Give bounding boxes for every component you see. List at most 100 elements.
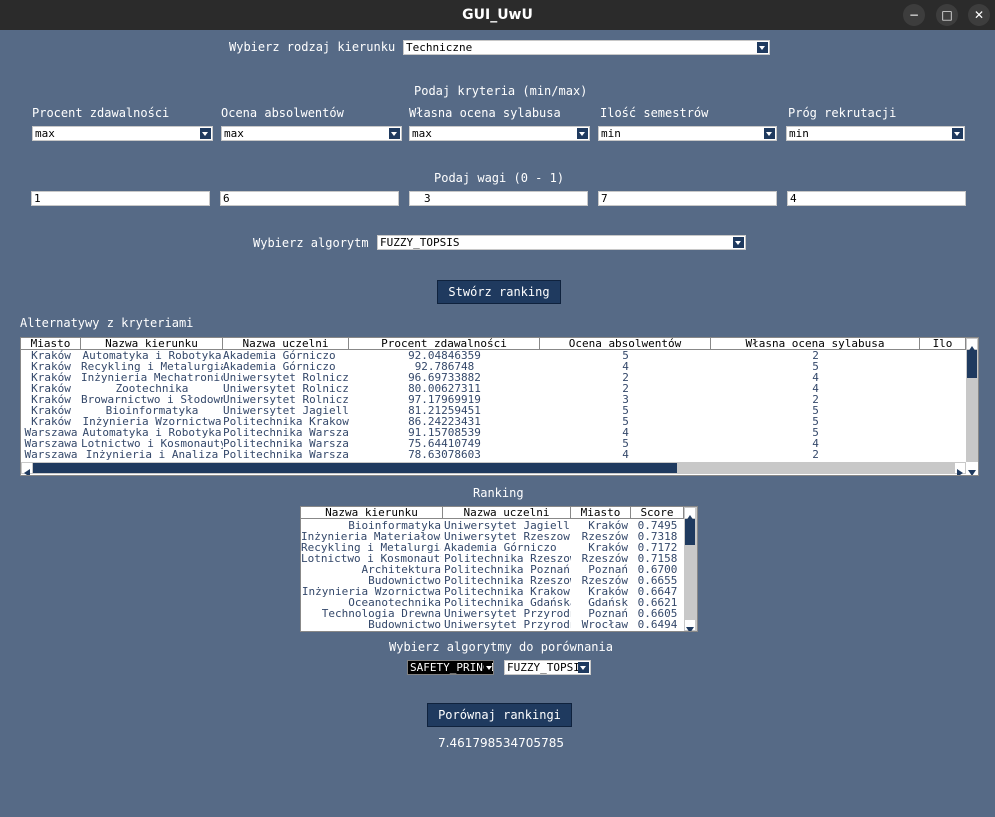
chevron-down-icon[interactable] <box>484 662 492 673</box>
table-row[interactable]: Bioinformatyka Uniwersytet Jagiell Kraków 0… <box>301 520 684 531</box>
table-row[interactable]: Warszawa Automatyka i Robotyka Politechnik… <box>21 427 966 438</box>
table-cell: Budownictwo <box>368 619 441 630</box>
criterion-label-syllabus-rating: Własna ocena sylabusa <box>409 106 561 120</box>
chevron-down-icon[interactable] <box>577 128 588 139</box>
column-header[interactable]: Nazwa uczelni <box>223 338 349 350</box>
criterion-value: max <box>224 127 244 140</box>
chevron-down-icon[interactable] <box>757 42 768 53</box>
table-cell: Inżynieria Materiałowa <box>301 531 441 542</box>
chevron-down-icon[interactable] <box>764 128 775 139</box>
column-header[interactable]: Nazwa kierunku <box>81 338 223 350</box>
weights-header: Podaj wagi (0 - 1) <box>434 171 565 185</box>
table-row[interactable]: Oceanotechnika Politechnika Gdańska Gdańsk… <box>301 597 684 608</box>
table-cell: Uniwersytet Przyrodniczy <box>444 608 571 619</box>
alternatives-label: Alternatywy z kryteriami <box>20 316 194 330</box>
criterion-select-graduate-rating[interactable]: max <box>221 126 402 141</box>
algorithm-select[interactable]: FUZZY_TOPSIS <box>377 235 746 250</box>
column-header[interactable]: Score <box>631 507 684 519</box>
scroll-down-icon[interactable] <box>967 463 977 475</box>
table-row[interactable]: Warszawa Inżynieria i Analiza Politechnika… <box>21 449 966 460</box>
compare-algo1-select[interactable]: SAFETY_PRINCIPLE <box>407 660 494 675</box>
table-row[interactable]: Recykling i Metalurgia Akademia Górniczo K… <box>301 542 684 553</box>
column-header[interactable]: Miasto <box>21 338 81 350</box>
column-header[interactable]: Procent zdawalności <box>349 338 540 350</box>
table-row[interactable]: BudownictwoPolitechnika Rzeszowska Rzeszó… <box>301 575 684 586</box>
table-cell: 5 <box>812 416 819 427</box>
table-cell: 5 <box>622 350 629 361</box>
table-cell: Akademia Górniczo <box>223 350 336 361</box>
chevron-down-icon[interactable] <box>389 128 400 139</box>
table-row[interactable]: Lotnictwo i KosmonautykaPolitechnika Rze… <box>301 553 684 564</box>
scroll-up-icon[interactable] <box>685 508 695 521</box>
criterion-value: min <box>601 127 621 140</box>
table-cell: Recykling i Metalurgia <box>81 361 223 372</box>
table-row[interactable]: Inżynieria Wzornictwa Politechnika Krakow… <box>301 586 684 597</box>
scrollbar-thumb[interactable] <box>685 519 695 545</box>
table-cell: 0.7158 <box>637 553 678 564</box>
column-header[interactable]: Miasto <box>571 507 631 519</box>
table-row[interactable]: Kraków Recykling i Metalurgia Akademia Gór… <box>21 361 966 372</box>
table-cell: Uniwersytet Rzeszowski <box>444 531 571 542</box>
create-ranking-button[interactable]: Stwórz ranking <box>437 280 561 304</box>
chevron-down-icon[interactable] <box>200 128 211 139</box>
criterion-select-semesters[interactable]: min <box>598 126 777 141</box>
table-row[interactable]: Kraków Automatyka i Robotyka Akademia Górn… <box>21 350 966 361</box>
table-cell: Kraków <box>31 394 71 405</box>
scroll-right-icon[interactable] <box>955 463 965 475</box>
table-row[interactable]: Kraków Zootechnika Uniwersytet Rolniczy 80.… <box>21 383 966 394</box>
maximize-icon[interactable]: □ <box>936 4 958 26</box>
close-icon[interactable]: ✕ <box>968 4 990 26</box>
criterion-value: min <box>789 127 809 140</box>
ranking-table[interactable]: Nazwa kierunku Nazwa uczelni Miasto Scor… <box>300 506 698 632</box>
table-cell: Politechnika Krakowska <box>444 586 571 597</box>
scroll-down-icon[interactable] <box>685 620 695 631</box>
table-row[interactable]: WarszawaLotnictwo i KosmonautykaPolitech… <box>21 438 966 449</box>
criteria-header: Podaj kryteria (min/max) <box>414 84 588 98</box>
criterion-select-pass-rate[interactable]: max <box>32 126 213 141</box>
table-cell: Automatyka i Robotyka <box>82 427 222 438</box>
table-row[interactable]: Kraków Inżynieria MechatronicznaUniwersyt… <box>21 372 966 383</box>
table-row[interactable]: BudownictwoUniwersytet Przyrodniczy Wrocł… <box>301 619 684 630</box>
scrollbar-thumb[interactable] <box>967 350 977 378</box>
weight-input-semesters[interactable]: 7 <box>598 191 777 206</box>
weight-input-pass-rate[interactable]: 1 <box>31 191 210 206</box>
compare-rankings-button[interactable]: Porównaj rankingi <box>427 703 572 727</box>
scroll-left-icon[interactable] <box>22 463 32 475</box>
column-header[interactable]: Ocena absolwentów <box>540 338 711 350</box>
table-cell: Akademia Górniczo <box>444 542 557 553</box>
table-cell: Budownictwo <box>368 575 441 586</box>
table-row[interactable]: Kraków Inżynieria Wzornictwa Politechnika … <box>21 416 966 427</box>
table-row[interactable]: Inżynieria Materiałowa Uniwersytet Rzeszo… <box>301 531 684 542</box>
scrollbar-thumb[interactable] <box>33 463 677 473</box>
alternatives-table[interactable]: Miasto Nazwa kierunku Nazwa uczelni Proc… <box>20 337 979 476</box>
course-type-select[interactable]: Techniczne <box>403 40 770 55</box>
column-header[interactable]: Własna ocena sylabusa <box>711 338 920 350</box>
table-cell: Politechnika Rzeszowska <box>444 553 571 564</box>
table-cell: Politechnika Warszawska <box>223 449 349 460</box>
alternatives-vscroll[interactable] <box>966 338 978 462</box>
table-cell: 0.6494 <box>637 619 678 630</box>
ranking-vscroll[interactable] <box>684 507 697 631</box>
table-row[interactable]: Kraków Browarnictwo i SłodownictwoUniwers… <box>21 394 966 405</box>
column-header[interactable]: Nazwa kierunku <box>301 507 443 519</box>
criterion-select-threshold[interactable]: min <box>786 126 965 141</box>
weight-input-threshold[interactable]: 4 <box>787 191 966 206</box>
criterion-select-syllabus-rating[interactable]: max <box>409 126 590 141</box>
scroll-up-icon[interactable] <box>967 339 977 352</box>
chevron-down-icon[interactable] <box>578 662 589 673</box>
compare-algo2-value: FUZZY_TOPSIS <box>507 661 587 674</box>
compare-algo2-select[interactable]: FUZZY_TOPSIS <box>504 660 591 675</box>
weight-input-graduate-rating[interactable]: 6 <box>220 191 399 206</box>
alternatives-hscroll[interactable] <box>21 462 966 475</box>
weight-input-syllabus-rating[interactable]: 3 <box>409 191 588 206</box>
table-cell: Rzeszów <box>581 531 628 542</box>
chevron-down-icon[interactable] <box>952 128 963 139</box>
table-cell: Uniwersytet Przyrodniczy <box>444 619 571 630</box>
column-header[interactable]: Nazwa uczelni <box>443 507 571 519</box>
table-row[interactable]: ArchitekturaPolitechnika Poznańska Poznań… <box>301 564 684 575</box>
minimize-icon[interactable]: − <box>903 4 925 26</box>
table-row[interactable]: Technologia DrewnaUniwersytet Przyrodnic… <box>301 608 684 619</box>
table-row[interactable]: Kraków Bioinformatyka Uniwersytet Jagiell 8… <box>21 405 966 416</box>
chevron-down-icon[interactable] <box>733 237 744 248</box>
column-header[interactable]: Ilo <box>920 338 966 350</box>
